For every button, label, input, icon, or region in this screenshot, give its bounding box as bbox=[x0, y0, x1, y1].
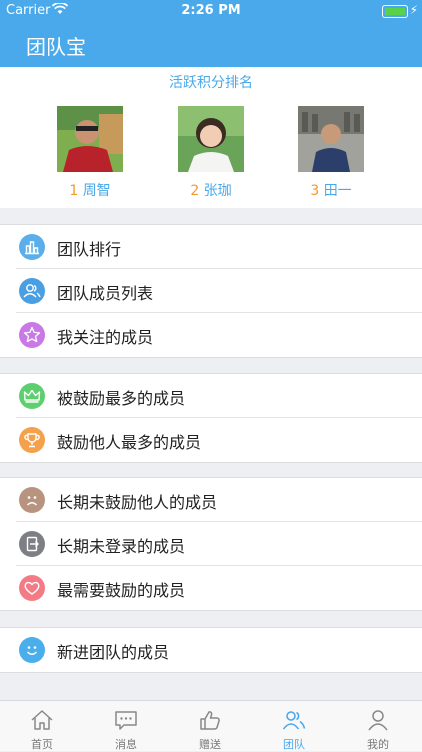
team-ranking-row[interactable]: 团队排行 bbox=[0, 225, 422, 269]
rank-number: 3 bbox=[310, 183, 320, 199]
logout-icon bbox=[19, 531, 45, 557]
team-members-list-row[interactable]: 团队成员列表 bbox=[0, 269, 422, 313]
need-encouragement-label: 最需要鼓励的成员 bbox=[57, 581, 186, 600]
not-encouraging-row[interactable]: 长期未鼓励他人的成员 bbox=[0, 478, 422, 522]
need-encouragement-row[interactable]: 最需要鼓励的成员 bbox=[0, 566, 422, 610]
tab-profile[interactable]: 我的 bbox=[336, 701, 420, 751]
star-icon bbox=[19, 322, 45, 348]
rank-number: 2 bbox=[190, 183, 200, 199]
avatar[interactable] bbox=[57, 106, 123, 172]
most-encouraged-label: 被鼓励最多的成员 bbox=[57, 389, 186, 408]
active-points-ranking: 活跃积分排名 1 周智 2 张珈 3 田一 bbox=[0, 67, 422, 208]
heart-icon bbox=[19, 575, 45, 601]
smile-face-icon bbox=[19, 637, 45, 663]
most-encouraging-row[interactable]: 鼓励他人最多的成员 bbox=[0, 418, 422, 462]
sad-face-icon bbox=[19, 487, 45, 513]
menu-group-team: 团队排行 团队成员列表 我关注的成员 bbox=[0, 224, 422, 358]
menu-group-encouragement: 被鼓励最多的成员 鼓励他人最多的成员 bbox=[0, 373, 422, 463]
tab-gift[interactable]: 赠送 bbox=[168, 701, 252, 751]
tab-messages[interactable]: 消息 bbox=[84, 701, 168, 751]
team-members-list-label: 团队成员列表 bbox=[57, 284, 154, 303]
new-members-label: 新进团队的成员 bbox=[57, 643, 170, 662]
app-title: 团队宝 bbox=[26, 35, 86, 59]
tab-home[interactable]: 首页 bbox=[0, 701, 84, 751]
menu-group-attention: 长期未鼓励他人的成员 长期未登录的成员 最需要鼓励的成员 bbox=[0, 477, 422, 611]
followed-members-label: 我关注的成员 bbox=[57, 328, 154, 347]
ranking-member-2[interactable]: 2 张珈 bbox=[178, 106, 244, 199]
avatar[interactable] bbox=[178, 106, 244, 172]
most-encouraging-label: 鼓励他人最多的成员 bbox=[57, 433, 202, 452]
ranking-heading: 活跃积分排名 bbox=[169, 75, 253, 91]
ranking-member-label: 1 周智 bbox=[37, 180, 143, 200]
ranking-member-3[interactable]: 3 田一 bbox=[298, 106, 364, 199]
thumbs-up-icon bbox=[200, 711, 220, 730]
member-name: 周智 bbox=[82, 183, 111, 199]
team-ranking-label: 团队排行 bbox=[57, 240, 122, 259]
rank-number: 1 bbox=[69, 183, 79, 199]
ranking-member-label: 2 张珈 bbox=[158, 180, 264, 200]
menu-group-new: 新进团队的成员 bbox=[0, 627, 422, 673]
followed-members-row[interactable]: 我关注的成员 bbox=[0, 313, 422, 357]
status-bar: Carrier 2:26 PM ⚡ bbox=[0, 0, 422, 22]
not-encouraging-label: 长期未鼓励他人的成员 bbox=[57, 493, 218, 512]
trophy-icon bbox=[19, 427, 45, 453]
members-icon bbox=[19, 278, 45, 304]
most-encouraged-row[interactable]: 被鼓励最多的成员 bbox=[0, 374, 422, 418]
navigation-bar: 团队宝 bbox=[0, 22, 422, 67]
not-logged-in-label: 长期未登录的成员 bbox=[57, 537, 186, 556]
home-icon bbox=[31, 710, 53, 730]
clock: 2:26 PM bbox=[181, 3, 241, 18]
profile-icon bbox=[368, 710, 388, 731]
bar-chart-icon bbox=[19, 234, 45, 260]
new-members-row[interactable]: 新进团队的成员 bbox=[0, 628, 422, 672]
crown-icon bbox=[19, 383, 45, 409]
team-icon bbox=[282, 711, 306, 730]
member-name: 张珈 bbox=[203, 183, 232, 199]
member-name: 田一 bbox=[323, 183, 352, 199]
charging-icon: ⚡ bbox=[409, 3, 418, 17]
battery-icon bbox=[382, 5, 408, 18]
tab-team[interactable]: 团队 bbox=[252, 701, 336, 751]
avatar[interactable] bbox=[298, 106, 364, 172]
tab-bar: 首页 消息 赠送 团队 我的 bbox=[0, 700, 422, 751]
message-icon bbox=[115, 711, 137, 730]
ranking-member-1[interactable]: 1 周智 bbox=[57, 106, 123, 199]
not-logged-in-row[interactable]: 长期未登录的成员 bbox=[0, 522, 422, 566]
ranking-member-label: 3 田一 bbox=[278, 180, 384, 200]
